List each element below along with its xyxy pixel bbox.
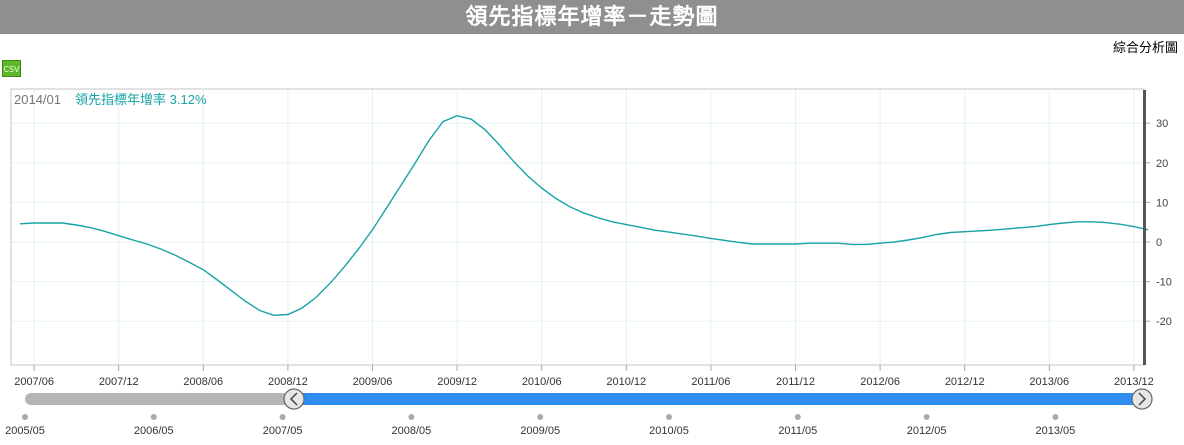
x-tick-label: 2009/06	[353, 376, 393, 388]
csv-download-button[interactable]: CSV	[2, 60, 21, 77]
y-tick-label: -20	[1156, 316, 1172, 328]
navigator-tick-dot	[923, 414, 930, 420]
navigator-tick-dot	[22, 414, 28, 420]
x-tick-label: 2008/12	[268, 376, 308, 388]
tooltip-series-name: 領先指標年增率	[75, 92, 166, 107]
navigator-tick-label: 2013/05	[1036, 425, 1076, 437]
tooltip-date: 2014/01	[14, 92, 61, 107]
y-axis: 30 20 10 0 -10 -20	[1144, 118, 1172, 328]
navigator-selection[interactable]	[294, 393, 1143, 405]
y-tick-label: 0	[1156, 237, 1162, 249]
navigator-tick-dot	[666, 414, 672, 420]
x-tick-label: 2007/12	[99, 376, 139, 388]
x-tick-label: 2008/06	[183, 376, 223, 388]
navigator-tick-dot	[279, 414, 286, 420]
y-tick-label: 30	[1156, 118, 1168, 130]
navigator-tick-dot	[408, 414, 415, 420]
x-tick-label: 2011/12	[776, 376, 815, 388]
x-tick-label: 2010/06	[522, 376, 562, 388]
y-tick-label: 10	[1156, 197, 1168, 209]
navigator-labels: 2005/05 2006/05 2007/05 2008/05 2009/05 2010/…	[5, 414, 1075, 437]
y-tick-label: 20	[1156, 158, 1168, 170]
navigator-tick-label: 2012/05	[907, 425, 947, 437]
trend-chart: 30 20 10 0 -10 -20 2007/06 2007/12 2008/06 2008/…	[5, 88, 1172, 437]
navigator-tick-label: 2011/05	[778, 425, 817, 437]
chart-grid	[11, 90, 1144, 365]
x-tick-label: 2007/06	[14, 376, 54, 388]
x-tick-label: 2012/12	[945, 376, 985, 388]
x-tick-label: 2009/12	[437, 376, 477, 388]
crosshair-line	[1143, 90, 1146, 365]
navigator-tick-label: 2007/05	[263, 425, 303, 437]
navigator-tick-dot	[150, 414, 157, 420]
navigator-tick-dot	[1052, 414, 1059, 420]
navigator-right-handle[interactable]	[1131, 388, 1153, 410]
x-tick-label: 2012/06	[860, 376, 900, 388]
plot-area	[10, 88, 1145, 366]
navigator-tick-dot	[537, 414, 544, 420]
navigator-tick-label: 2005/05	[5, 425, 45, 437]
x-tick-label: 2013/06	[1029, 376, 1069, 388]
navigator-tick-label: 2006/05	[134, 425, 174, 437]
page-title: 領先指標年增率－走勢圖	[0, 0, 1184, 34]
x-tick-label: 2010/12	[606, 376, 646, 388]
navigator-tick-dot	[794, 414, 801, 420]
x-axis: 2007/06 2007/12 2008/06 2008/12 2009/06 2009/…	[14, 365, 1154, 388]
tooltip-series: 領先指標年增率 3.12%	[75, 92, 207, 107]
navigator-tick-label: 2009/05	[520, 425, 560, 437]
navigator-tick-label: 2010/05	[649, 425, 689, 437]
range-navigator[interactable]: 2005/05 2006/05 2007/05 2008/05 2009/05 2010/…	[5, 388, 1153, 437]
x-tick-label: 2013/12	[1114, 376, 1154, 388]
navigator-track	[25, 393, 294, 405]
navigator-left-handle[interactable]	[283, 388, 305, 410]
series-line	[19, 114, 1149, 317]
tooltip-value: 3.12%	[170, 92, 207, 107]
y-tick-label: -10	[1156, 277, 1172, 289]
analysis-chart-link[interactable]: 綜合分析圖	[1113, 37, 1178, 56]
navigator-tick-label: 2008/05	[392, 425, 432, 437]
x-tick-label: 2011/06	[691, 376, 730, 388]
